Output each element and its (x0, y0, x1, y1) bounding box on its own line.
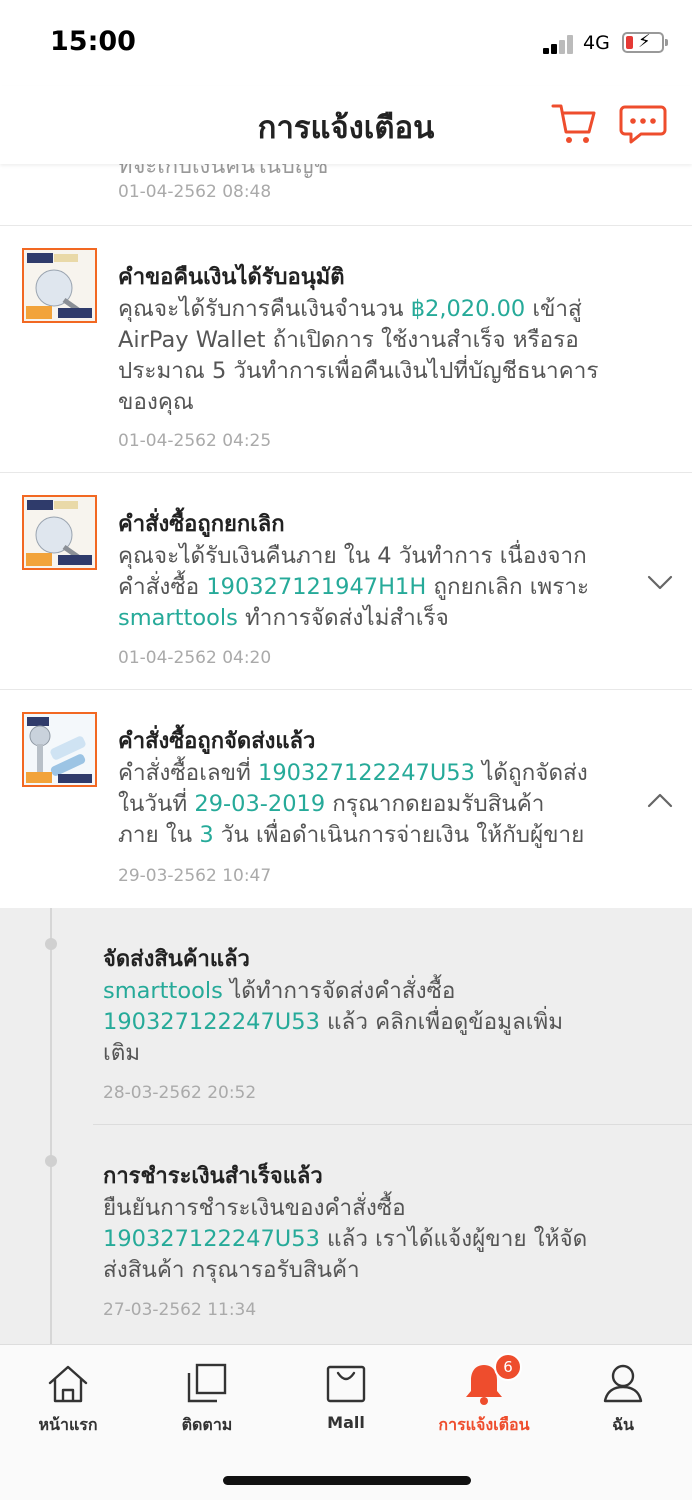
tab-feed[interactable]: ติดตาม (147, 1361, 267, 1441)
app-header: การแจ้งเตือน (0, 86, 692, 164)
timeline-dot (45, 1155, 57, 1167)
profile-icon (603, 1364, 643, 1403)
mall-bag-icon (326, 1365, 366, 1403)
timeline-date: 27-03-2562 11:34 (103, 1300, 257, 1320)
timeline-message: smarttools ได้ทำการจัดส่งคำสั่งซื้อ 1903… (103, 978, 564, 1066)
timeline-item[interactable]: จัดส่งสินค้าแล้ว smarttools ได้ทำการจัดส… (0, 908, 692, 1124)
cart-icon (551, 104, 596, 143)
battery-icon: ⚡ (622, 31, 668, 53)
notification-title: คำขอคืนเงินได้รับอนุมัติ (118, 265, 345, 290)
list-item[interactable]: คำขอคืนเงินได้รับอนุมัติ คุณจะได้รับการค… (0, 226, 692, 473)
signal-strength-icon (543, 34, 575, 54)
notification-message: คำสั่งซื้อเลขที่ 190327122247U53 ได้ถูกจ… (118, 760, 588, 848)
tab-mall[interactable]: Mall (286, 1361, 406, 1441)
tab-label: การแจ้งเตือน (438, 1415, 530, 1434)
tab-home[interactable]: หน้าแรก (8, 1361, 128, 1441)
network-type: 4G (583, 32, 610, 54)
home-icon (48, 1365, 88, 1403)
status-bar: 15:00 4G ⚡ (0, 0, 692, 86)
shop-link[interactable]: smarttools (103, 978, 223, 1004)
chevron-up-icon[interactable] (646, 791, 674, 809)
home-indicator[interactable] (223, 1476, 471, 1485)
timeline-date: 28-03-2562 20:52 (103, 1083, 257, 1103)
tab-label: ฉัน (612, 1415, 634, 1434)
timeline-dot (45, 938, 57, 950)
notification-message: คุณจะได้รับการคืนเงินจำนวน ฿2,020.00 เข้… (118, 296, 599, 415)
status-time: 15:00 (50, 26, 136, 57)
notification-date: 29-03-2562 10:47 (118, 866, 272, 886)
order-timeline: จัดส่งสินค้าแล้ว smarttools ได้ทำการจัดส… (0, 908, 692, 1344)
notification-date: 01-04-2562 04:20 (118, 648, 272, 668)
notification-message: คุณจะได้รับเงินคืนภาย ใน 4 วันทำการ เนื่… (118, 543, 590, 631)
tab-label: Mall (327, 1413, 365, 1432)
list-item[interactable]: ที่จะเก็บเงินคืนในบัญชี 01-04-2562 08:48 (0, 164, 692, 226)
timeline-title: จัดส่งสินค้าแล้ว (103, 947, 250, 972)
order-id-link[interactable]: 190327122247U53 (258, 760, 475, 786)
notification-date: 01-04-2562 08:48 (118, 182, 272, 202)
order-id-link[interactable]: 190327121947H1H (206, 574, 426, 600)
order-id-link[interactable]: 190327122247U53 (103, 1226, 320, 1252)
tab-label: ติดตาม (181, 1415, 233, 1434)
tab-notifications[interactable]: 6 การแจ้งเตือน (424, 1353, 544, 1441)
notification-list[interactable]: ที่จะเก็บเงินคืนในบัญชี 01-04-2562 08:48… (0, 164, 692, 1344)
cart-button[interactable] (551, 100, 597, 146)
timeline-item[interactable]: การชำระเงินสำเร็จแล้ว ยืนยันการชำระเงินข… (0, 1125, 692, 1344)
timeline-message: ยืนยันการชำระเงินของคำสั่งซื้อ 190327122… (103, 1195, 588, 1283)
product-thumbnail (22, 248, 97, 323)
feed-icon (187, 1363, 227, 1403)
list-item[interactable]: คำสั่งซื้อถูกยกเลิก คุณจะได้รับเงินคืนภา… (0, 473, 692, 690)
refund-amount: ฿2,020.00 (410, 296, 526, 322)
chat-button[interactable] (619, 100, 667, 146)
tab-profile[interactable]: ฉัน (563, 1361, 683, 1441)
notification-title: คำสั่งซื้อถูกยกเลิก (118, 512, 285, 537)
order-id-link[interactable]: 190327122247U53 (103, 1009, 320, 1035)
timeline-title: การชำระเงินสำเร็จแล้ว (103, 1164, 323, 1189)
days-count: 3 (199, 822, 214, 848)
notification-badge: 6 (494, 1353, 522, 1381)
chat-icon (619, 105, 667, 144)
shop-link[interactable]: smarttools (118, 605, 238, 631)
product-thumbnail (22, 495, 97, 570)
ship-date: 29-03-2019 (194, 791, 326, 817)
notification-date: 01-04-2562 04:25 (118, 431, 272, 451)
list-item[interactable]: คำสั่งซื้อถูกจัดส่งแล้ว คำสั่งซื้อเลขที่… (0, 690, 692, 908)
notification-message: ที่จะเก็บเงินคืนในบัญชี (118, 164, 329, 179)
tab-label: หน้าแรก (38, 1415, 98, 1434)
notification-title: คำสั่งซื้อถูกจัดส่งแล้ว (118, 729, 316, 754)
chevron-down-icon[interactable] (646, 574, 674, 592)
product-thumbnail (22, 712, 97, 787)
